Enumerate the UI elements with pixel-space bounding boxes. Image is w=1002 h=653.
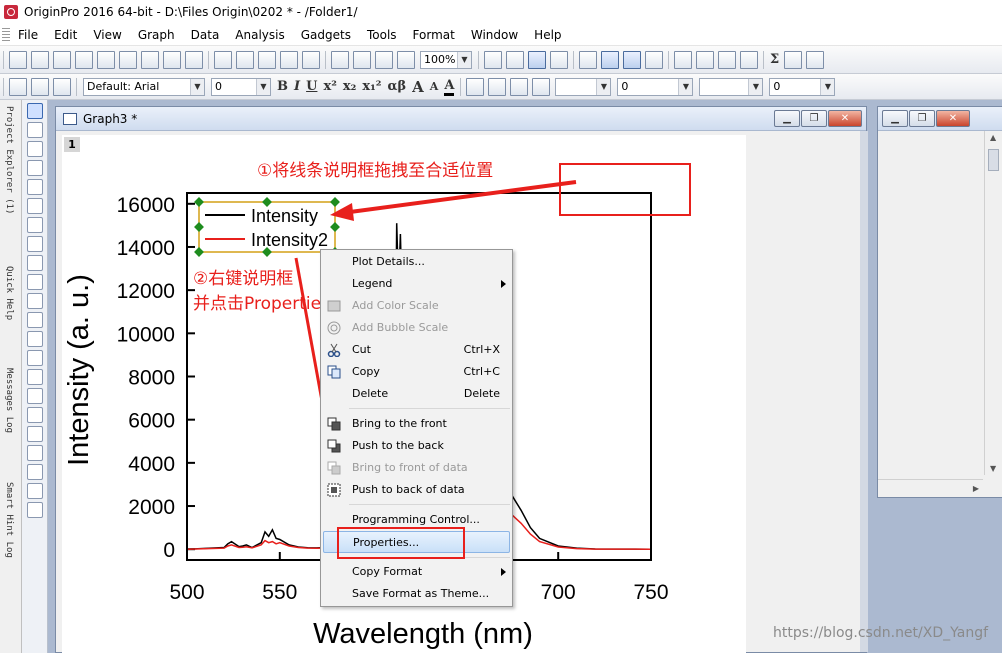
y-tick-label: 10000: [117, 323, 175, 346]
y-tick-label: 8000: [128, 367, 175, 390]
menu-separator: [349, 408, 510, 409]
menu-separator: [349, 504, 510, 505]
y-tick-label: 4000: [128, 453, 175, 476]
menu-item-push-back-of-data[interactable]: Push to back of data: [321, 479, 512, 501]
y-tick-label: 6000: [128, 410, 175, 433]
minimize-button[interactable]: ▁: [882, 110, 908, 127]
bring-front-data-icon: [327, 461, 341, 475]
target-position-box: [559, 163, 691, 216]
menu-item-copy[interactable]: Copy Ctrl+C: [321, 361, 512, 383]
y-tick-label: 2000: [128, 496, 175, 519]
scroll-up-icon[interactable]: ▲: [990, 133, 996, 142]
scroll-right-icon[interactable]: ▶: [973, 484, 979, 493]
x-tick-label: 500: [169, 581, 204, 604]
scissors-icon: [327, 343, 341, 357]
vertical-scrollbar[interactable]: ▲ ▼: [984, 131, 1002, 475]
bring-front-icon: [327, 417, 341, 431]
watermark: https://blog.csdn.net/XD_Yangf: [773, 625, 989, 641]
y-tick-label: 16000: [117, 194, 175, 217]
menu-item-push-to-back[interactable]: Push to the back: [321, 435, 512, 457]
menu-item-bring-to-front[interactable]: Bring to the front: [321, 413, 512, 435]
scroll-down-icon[interactable]: ▼: [990, 464, 996, 473]
annotation-step2-line1: ②右键说明框: [193, 269, 293, 289]
menu-item-save-format-theme[interactable]: Save Format as Theme...: [321, 583, 512, 605]
submenu-arrow-icon: [501, 280, 506, 288]
y-tick-label: 14000: [117, 237, 175, 260]
x-tick-label: 550: [262, 581, 297, 604]
submenu-arrow-icon: [501, 568, 506, 576]
copy-icon: [327, 365, 341, 379]
x-tick-label: 750: [633, 581, 668, 604]
menu-item-add-color-scale: Add Color Scale: [321, 295, 512, 317]
color-scale-icon: [327, 300, 341, 312]
legend-label-intensity: Intensity: [251, 206, 318, 226]
scroll-thumb[interactable]: [988, 149, 999, 171]
annotation-step1: ①将线条说明框拖拽至合适位置: [257, 161, 493, 181]
legend-label-intensity2: Intensity2: [251, 230, 328, 250]
y-axis-title: Intensity (a. u.): [63, 274, 95, 466]
annotation-step2-line2: 并点击Properties: [193, 294, 330, 314]
menu-item-plot-details[interactable]: Plot Details...: [321, 251, 512, 273]
y-tick-label: 12000: [117, 280, 175, 303]
properties-highlight-box: [337, 527, 465, 559]
menu-item-legend[interactable]: Legend: [321, 273, 512, 295]
x-tick-label: 700: [541, 581, 576, 604]
drag-arrow-shaft: [349, 180, 577, 214]
horizontal-scrollbar[interactable]: ▶: [878, 479, 983, 497]
menu-item-cut[interactable]: Cut Ctrl+X: [321, 339, 512, 361]
second-window-titlebar[interactable]: ▁ ❐ ✕: [878, 107, 1002, 131]
menu-item-copy-format[interactable]: Copy Format: [321, 561, 512, 583]
menu-item-bring-front-of-data: Bring to front of data: [321, 457, 512, 479]
menu-item-delete[interactable]: Delete Delete: [321, 383, 512, 405]
restore-button[interactable]: ❐: [909, 110, 935, 127]
second-window: ▁ ❐ ✕ ▲ ▼ ▶: [877, 106, 1002, 498]
close-button[interactable]: ✕: [936, 110, 970, 127]
push-back-icon: [327, 439, 341, 453]
push-back-data-icon: [327, 483, 341, 497]
menu-item-add-bubble-scale: Add Bubble Scale: [321, 317, 512, 339]
legend-box[interactable]: Intensity Intensity2: [194, 197, 340, 257]
y-tick-label: 0: [163, 539, 175, 562]
bubble-scale-icon: [327, 321, 341, 335]
x-axis-title: Wavelength (nm): [313, 618, 533, 650]
